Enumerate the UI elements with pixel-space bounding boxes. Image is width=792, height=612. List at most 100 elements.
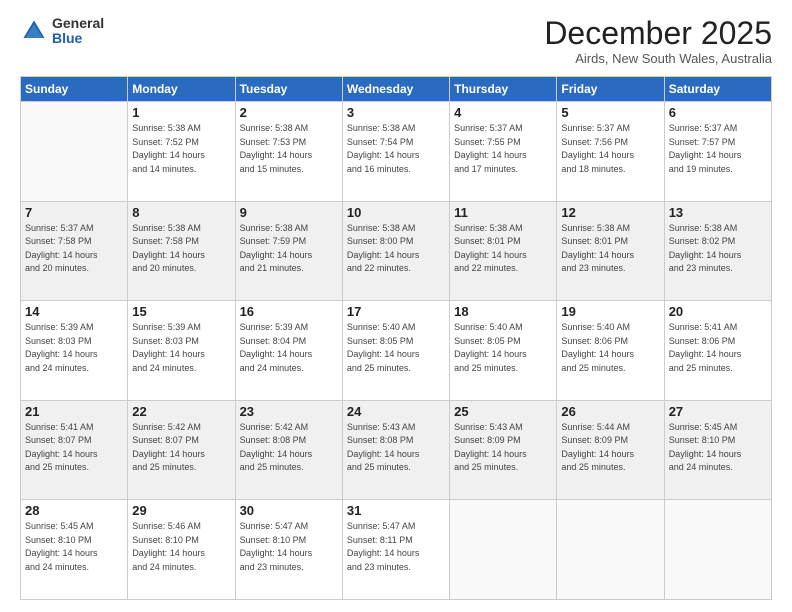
header-sunday: Sunday xyxy=(21,77,128,102)
day-number: 22 xyxy=(132,404,230,419)
table-row: 4Sunrise: 5:37 AM Sunset: 7:55 PM Daylig… xyxy=(450,102,557,202)
day-detail: Sunrise: 5:39 AM Sunset: 8:03 PM Dayligh… xyxy=(25,321,123,375)
table-row: 27 Sunrise: 5:45 AM Sunset: 8:10 PM Dayli… xyxy=(664,400,771,500)
table-row: 17 Sunrise: 5:40 AM Sunset: 8:05 PM Dayli… xyxy=(342,301,449,401)
calendar-week-row: 1 Sunrise: 5:38 AM Sunset: 7:52 PM Daylig… xyxy=(21,102,772,202)
day-detail: Sunrise: 5:37 AM Sunset: 7:56 PM Dayligh… xyxy=(561,122,659,176)
day-number: 16 xyxy=(240,304,338,319)
day-number: 20 xyxy=(669,304,767,319)
day-number: 29 xyxy=(132,503,230,518)
table-row: 30 Sunrise: 5:47 AM Sunset: 8:10 PM Dayli… xyxy=(235,500,342,600)
calendar-week-row: 14 Sunrise: 5:39 AM Sunset: 8:03 PM Dayli… xyxy=(21,301,772,401)
calendar-week-row: 21 Sunrise: 5:41 AM Sunset: 8:07 PM Dayli… xyxy=(21,400,772,500)
day-number: 31 xyxy=(347,503,445,518)
table-row: 14 Sunrise: 5:39 AM Sunset: 8:03 PM Dayli… xyxy=(21,301,128,401)
calendar-week-row: 7 Sunrise: 5:37 AM Sunset: 7:58 PM Daylig… xyxy=(21,201,772,301)
day-number: 8 xyxy=(132,205,230,220)
day-detail: Sunrise: 5:42 AM Sunset: 8:07 PM Dayligh… xyxy=(132,421,230,475)
table-row xyxy=(557,500,664,600)
day-number: 6 xyxy=(669,105,767,120)
day-detail: Sunrise: 5:38 AM Sunset: 7:52 PM Dayligh… xyxy=(132,122,230,176)
table-row: 20 Sunrise: 5:41 AM Sunset: 8:06 PM Dayli… xyxy=(664,301,771,401)
table-row: 21 Sunrise: 5:41 AM Sunset: 8:07 PM Dayli… xyxy=(21,400,128,500)
day-number: 28 xyxy=(25,503,123,518)
calendar-header-row: Sunday Monday Tuesday Wednesday Thursday… xyxy=(21,77,772,102)
day-detail: Sunrise: 5:40 AM Sunset: 8:05 PM Dayligh… xyxy=(347,321,445,375)
day-number: 25 xyxy=(454,404,552,419)
logo-blue-text: Blue xyxy=(52,31,104,46)
day-detail: Sunrise: 5:43 AM Sunset: 8:08 PM Dayligh… xyxy=(347,421,445,475)
table-row: 1 Sunrise: 5:38 AM Sunset: 7:52 PM Daylig… xyxy=(128,102,235,202)
table-row: 8 Sunrise: 5:38 AM Sunset: 7:58 PM Daylig… xyxy=(128,201,235,301)
day-number: 1 xyxy=(132,105,230,120)
day-detail: Sunrise: 5:40 AM Sunset: 8:05 PM Dayligh… xyxy=(454,321,552,375)
day-detail: Sunrise: 5:38 AM Sunset: 8:02 PM Dayligh… xyxy=(669,222,767,276)
table-row: 3Sunrise: 5:38 AM Sunset: 7:54 PM Daylig… xyxy=(342,102,449,202)
day-detail: Sunrise: 5:42 AM Sunset: 8:08 PM Dayligh… xyxy=(240,421,338,475)
table-row: 6 Sunrise: 5:37 AM Sunset: 7:57 PM Daylig… xyxy=(664,102,771,202)
table-row: 12 Sunrise: 5:38 AM Sunset: 8:01 PM Dayli… xyxy=(557,201,664,301)
header: General Blue December 2025 Airds, New So… xyxy=(20,16,772,66)
day-number: 9 xyxy=(240,205,338,220)
day-detail: Sunrise: 5:41 AM Sunset: 8:06 PM Dayligh… xyxy=(669,321,767,375)
table-row: 25 Sunrise: 5:43 AM Sunset: 8:09 PM Dayli… xyxy=(450,400,557,500)
day-detail: Sunrise: 5:43 AM Sunset: 8:09 PM Dayligh… xyxy=(454,421,552,475)
calendar-week-row: 28 Sunrise: 5:45 AM Sunset: 8:10 PM Dayli… xyxy=(21,500,772,600)
day-detail: Sunrise: 5:39 AM Sunset: 8:03 PM Dayligh… xyxy=(132,321,230,375)
header-thursday: Thursday xyxy=(450,77,557,102)
day-number: 13 xyxy=(669,205,767,220)
day-number: 18 xyxy=(454,304,552,319)
table-row xyxy=(664,500,771,600)
day-detail: Sunrise: 5:37 AM Sunset: 7:58 PM Dayligh… xyxy=(25,222,123,276)
day-detail: Sunrise: 5:37 AM Sunset: 7:57 PM Dayligh… xyxy=(669,122,767,176)
day-number: 27 xyxy=(669,404,767,419)
day-detail: Sunrise: 5:41 AM Sunset: 8:07 PM Dayligh… xyxy=(25,421,123,475)
day-detail: Sunrise: 5:37 AM Sunset: 7:55 PM Dayligh… xyxy=(454,122,552,176)
day-detail: Sunrise: 5:38 AM Sunset: 8:01 PM Dayligh… xyxy=(561,222,659,276)
header-tuesday: Tuesday xyxy=(235,77,342,102)
table-row: 31 Sunrise: 5:47 AM Sunset: 8:11 PM Dayli… xyxy=(342,500,449,600)
day-detail: Sunrise: 5:40 AM Sunset: 8:06 PM Dayligh… xyxy=(561,321,659,375)
header-wednesday: Wednesday xyxy=(342,77,449,102)
header-friday: Friday xyxy=(557,77,664,102)
day-detail: Sunrise: 5:38 AM Sunset: 7:54 PM Dayligh… xyxy=(347,122,445,176)
day-number: 21 xyxy=(25,404,123,419)
month-title: December 2025 xyxy=(544,16,772,51)
table-row: 23 Sunrise: 5:42 AM Sunset: 8:08 PM Dayli… xyxy=(235,400,342,500)
day-number: 30 xyxy=(240,503,338,518)
location-subtitle: Airds, New South Wales, Australia xyxy=(544,51,772,66)
day-detail: Sunrise: 5:38 AM Sunset: 8:00 PM Dayligh… xyxy=(347,222,445,276)
day-number: 10 xyxy=(347,205,445,220)
day-number: 19 xyxy=(561,304,659,319)
day-detail: Sunrise: 5:47 AM Sunset: 8:11 PM Dayligh… xyxy=(347,520,445,574)
day-number: 12 xyxy=(561,205,659,220)
calendar-table: Sunday Monday Tuesday Wednesday Thursday… xyxy=(20,76,772,600)
table-row: 7 Sunrise: 5:37 AM Sunset: 7:58 PM Daylig… xyxy=(21,201,128,301)
header-saturday: Saturday xyxy=(664,77,771,102)
logo-general-text: General xyxy=(52,16,104,31)
day-number: 7 xyxy=(25,205,123,220)
day-detail: Sunrise: 5:38 AM Sunset: 7:58 PM Dayligh… xyxy=(132,222,230,276)
logo: General Blue xyxy=(20,16,104,47)
day-detail: Sunrise: 5:45 AM Sunset: 8:10 PM Dayligh… xyxy=(25,520,123,574)
day-detail: Sunrise: 5:44 AM Sunset: 8:09 PM Dayligh… xyxy=(561,421,659,475)
logo-text: General Blue xyxy=(52,16,104,47)
table-row: 11Sunrise: 5:38 AM Sunset: 8:01 PM Dayli… xyxy=(450,201,557,301)
day-detail: Sunrise: 5:45 AM Sunset: 8:10 PM Dayligh… xyxy=(669,421,767,475)
table-row: 28 Sunrise: 5:45 AM Sunset: 8:10 PM Dayli… xyxy=(21,500,128,600)
day-detail: Sunrise: 5:38 AM Sunset: 7:53 PM Dayligh… xyxy=(240,122,338,176)
table-row: 10 Sunrise: 5:38 AM Sunset: 8:00 PM Dayli… xyxy=(342,201,449,301)
page: General Blue December 2025 Airds, New So… xyxy=(0,0,792,612)
day-number: 11 xyxy=(454,205,552,220)
day-number: 17 xyxy=(347,304,445,319)
table-row: 16Sunrise: 5:39 AM Sunset: 8:04 PM Dayli… xyxy=(235,301,342,401)
table-row: 18 Sunrise: 5:40 AM Sunset: 8:05 PM Dayli… xyxy=(450,301,557,401)
table-row: 9Sunrise: 5:38 AM Sunset: 7:59 PM Daylig… xyxy=(235,201,342,301)
logo-icon xyxy=(20,17,48,45)
table-row: 22 Sunrise: 5:42 AM Sunset: 8:07 PM Dayli… xyxy=(128,400,235,500)
day-detail: Sunrise: 5:46 AM Sunset: 8:10 PM Dayligh… xyxy=(132,520,230,574)
table-row: 15Sunrise: 5:39 AM Sunset: 8:03 PM Dayli… xyxy=(128,301,235,401)
day-number: 23 xyxy=(240,404,338,419)
day-number: 14 xyxy=(25,304,123,319)
day-detail: Sunrise: 5:47 AM Sunset: 8:10 PM Dayligh… xyxy=(240,520,338,574)
